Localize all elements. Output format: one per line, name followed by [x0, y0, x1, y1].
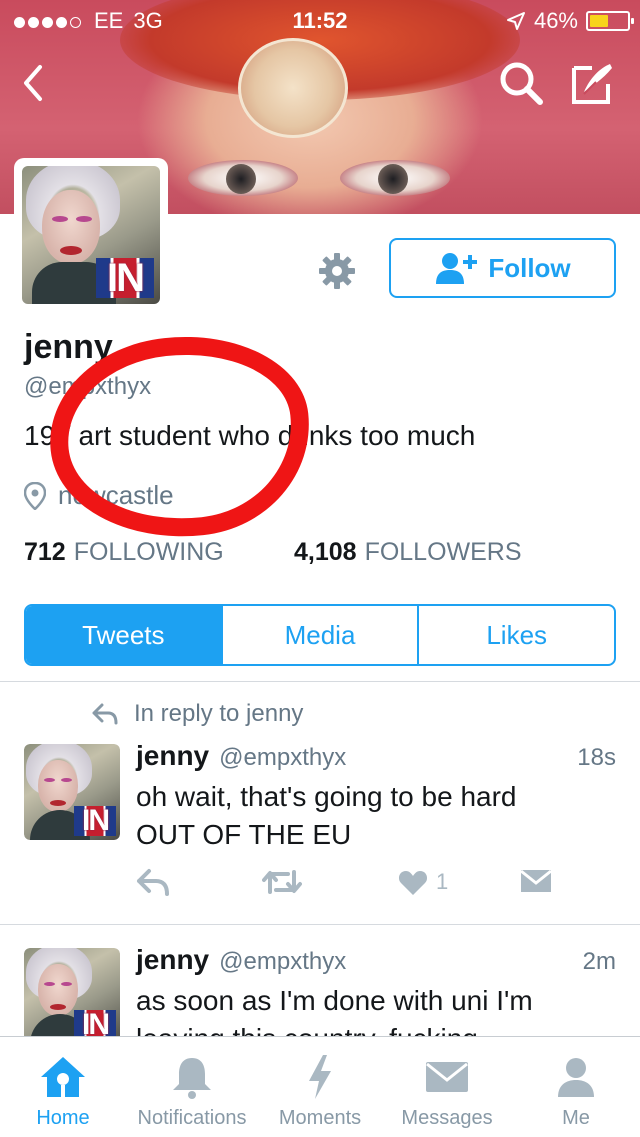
- battery-icon: [586, 11, 634, 31]
- tab-media[interactable]: Media: [220, 606, 418, 664]
- add-user-icon: [436, 253, 478, 284]
- back-button[interactable]: [8, 56, 58, 110]
- envelope-icon: [520, 869, 552, 892]
- profile-name: jenny: [24, 328, 113, 366]
- banner-eye-left: [188, 160, 298, 196]
- tweet-header: jenny @empxthyx: [136, 740, 346, 772]
- avatar-overlay-text: IN: [74, 806, 116, 836]
- tweet-text-line: OUT OF THE EU: [136, 819, 352, 850]
- chevron-left-icon: [24, 65, 42, 101]
- like-count: 1: [436, 869, 449, 894]
- retweet-icon: [262, 870, 302, 894]
- location-text: newcastle: [58, 480, 174, 510]
- heart-icon: [398, 871, 428, 895]
- profile-tabs: Tweets Media Likes: [24, 604, 616, 666]
- tweet-author-name[interactable]: jenny: [136, 944, 209, 976]
- tweet-time: 2m: [582, 948, 616, 975]
- profile-bio: 19 / art student who drinks too much: [24, 420, 476, 451]
- tweet-author-handle[interactable]: @empxthyx: [219, 948, 346, 976]
- search-button[interactable]: [496, 56, 546, 110]
- tab-moments[interactable]: Moments: [270, 1037, 370, 1137]
- follow-label: Follow: [488, 252, 571, 283]
- profile-handle: @empxthyx: [24, 373, 152, 400]
- gear-icon: [319, 253, 355, 289]
- tab-notifications[interactable]: Notifications: [126, 1037, 258, 1137]
- divider: [0, 681, 640, 682]
- tweet-text-line: as soon as I'm done with uni I'm: [136, 985, 533, 1016]
- settings-button[interactable]: [312, 246, 362, 296]
- banner-eye-right: [340, 160, 450, 196]
- tweet-text-line: oh wait, that's going to be hard: [136, 781, 517, 812]
- reply-arrow-icon: [92, 703, 118, 725]
- envelope-icon: [426, 1062, 468, 1092]
- profile-location: newcastle: [24, 480, 174, 511]
- reply-context[interactable]: In reply to jenny: [92, 700, 303, 728]
- tweet-author-handle[interactable]: @empxthyx: [219, 744, 346, 772]
- bell-icon: [173, 1058, 211, 1099]
- followers-label: FOLLOWERS: [364, 538, 522, 566]
- follow-button[interactable]: Follow: [389, 238, 616, 298]
- direct-message-button[interactable]: [520, 868, 552, 894]
- following-stat[interactable]: 712 FOLLOWING: [24, 538, 224, 567]
- tweet-header: jenny @empxthyx: [136, 944, 346, 976]
- retweet-button[interactable]: [262, 868, 302, 896]
- following-count: 712: [24, 538, 66, 566]
- tab-me-label: Me: [562, 1107, 590, 1129]
- status-bar: EE 3G 11:52 46%: [0, 0, 640, 40]
- followers-count: 4,108: [294, 538, 357, 566]
- tab-tweets[interactable]: Tweets: [26, 606, 221, 664]
- tab-me[interactable]: Me: [536, 1037, 616, 1137]
- tab-likes[interactable]: Likes: [417, 606, 614, 664]
- tweet-avatar[interactable]: IN: [24, 948, 120, 1044]
- compose-tweet-button[interactable]: [568, 56, 618, 110]
- tab-notifications-label: Notifications: [137, 1107, 247, 1129]
- banner-forehead-disc: [238, 38, 348, 138]
- location-arrow-icon: [506, 12, 525, 30]
- divider: [0, 924, 640, 925]
- reply-button[interactable]: [136, 868, 170, 896]
- following-label: FOLLOWING: [73, 538, 224, 566]
- avatar-overlay-text: IN: [96, 258, 154, 298]
- compose-icon: [572, 64, 612, 104]
- tab-home[interactable]: Home: [20, 1037, 106, 1137]
- tab-home-label: Home: [36, 1107, 90, 1129]
- tweet-text[interactable]: oh wait, that's going to be hard OUT OF …: [136, 778, 616, 854]
- person-icon: [558, 1058, 594, 1097]
- followers-stat[interactable]: 4,108 FOLLOWERS: [294, 538, 522, 567]
- profile-stats: 712 FOLLOWING 4,108 FOLLOWERS: [24, 538, 522, 567]
- reply-icon: [137, 869, 169, 896]
- battery-percent: 46%: [533, 8, 578, 33]
- home-icon: [41, 1057, 85, 1097]
- tab-messages-label: Messages: [401, 1107, 493, 1129]
- bottom-tab-bar: Home Notifications Moments Messages Me: [0, 1036, 640, 1136]
- lightning-icon: [309, 1055, 331, 1099]
- location-pin-icon: [24, 481, 46, 510]
- profile-avatar[interactable]: IN: [14, 158, 168, 312]
- tweet-actions: 1: [136, 868, 576, 908]
- tab-messages[interactable]: Messages: [394, 1037, 500, 1137]
- tweet-author-name[interactable]: jenny: [136, 740, 209, 772]
- reply-context-text: In reply to jenny: [134, 700, 304, 727]
- like-button[interactable]: 1: [398, 868, 448, 896]
- tab-moments-label: Moments: [278, 1107, 362, 1129]
- tweet-avatar[interactable]: IN: [24, 744, 120, 840]
- tweet-time: 18s: [577, 744, 616, 771]
- search-icon: [500, 62, 543, 105]
